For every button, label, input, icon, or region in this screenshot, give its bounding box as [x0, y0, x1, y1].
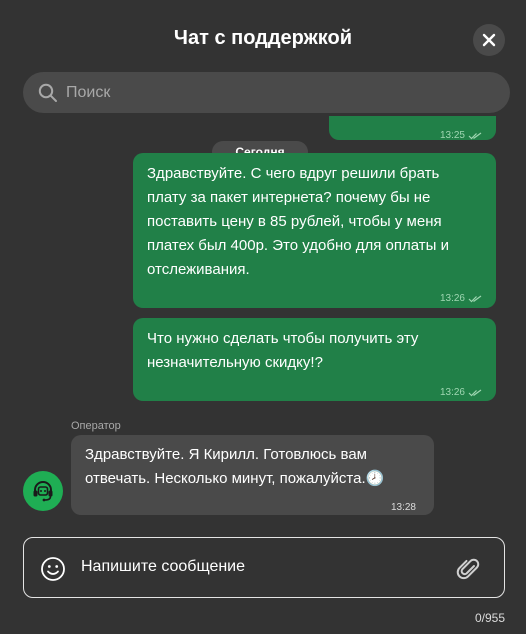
message-meta: 13:25 [440, 124, 482, 148]
operator-message-text: Здравствуйте. Я Кирилл. Готовлюсь вам от… [85, 446, 367, 487]
message-composer [23, 537, 505, 598]
close-icon [482, 33, 496, 47]
close-button[interactable] [473, 24, 505, 56]
outgoing-message: Здравствуйте. С чего вдруг решили брать … [133, 153, 496, 308]
message-time: 13:26 [439, 387, 465, 398]
clock-emoji: 🕗 [365, 470, 385, 487]
message-list[interactable]: 13:25 Сегодня Здравствуйте. С чего вдруг… [0, 116, 526, 516]
outgoing-message: Что нужно сделать чтобы получить эту нез… [133, 318, 496, 401]
outgoing-message: 13:25 [329, 116, 496, 141]
operator-label: Оператор [71, 420, 121, 432]
incoming-message: Здравствуйте. Я Кирилл. Готовлюсь вам от… [71, 435, 434, 515]
paperclip-icon[interactable] [454, 555, 482, 583]
avatar [23, 471, 63, 511]
operator-headset-icon [33, 481, 53, 502]
message-meta: 13:26 [440, 381, 482, 405]
double-check-icon [468, 132, 482, 140]
search-icon [38, 83, 57, 102]
page-title: Чат с поддержкой [173, 27, 353, 49]
search-input[interactable] [66, 83, 466, 102]
message-meta: 13:26 [440, 287, 482, 311]
message-time: 13:26 [439, 293, 465, 304]
character-counter: 0/955 [474, 611, 505, 625]
smiley-icon[interactable] [40, 556, 66, 582]
double-check-icon [468, 389, 482, 397]
message-text: Здравствуйте. Я Кирилл. Готовлюсь вам от… [85, 443, 384, 491]
double-check-icon [468, 295, 482, 303]
message-text: Здравствуйте. С чего вдруг решили брать … [147, 165, 449, 278]
search-bar[interactable] [23, 72, 510, 113]
message-text: Что нужно сделать чтобы получить эту нез… [147, 330, 419, 371]
chat-header: Чат с поддержкой [0, 0, 526, 70]
message-time: 13:25 [439, 130, 465, 141]
message-time: 13:28 [390, 502, 416, 513]
message-input[interactable] [81, 558, 431, 576]
